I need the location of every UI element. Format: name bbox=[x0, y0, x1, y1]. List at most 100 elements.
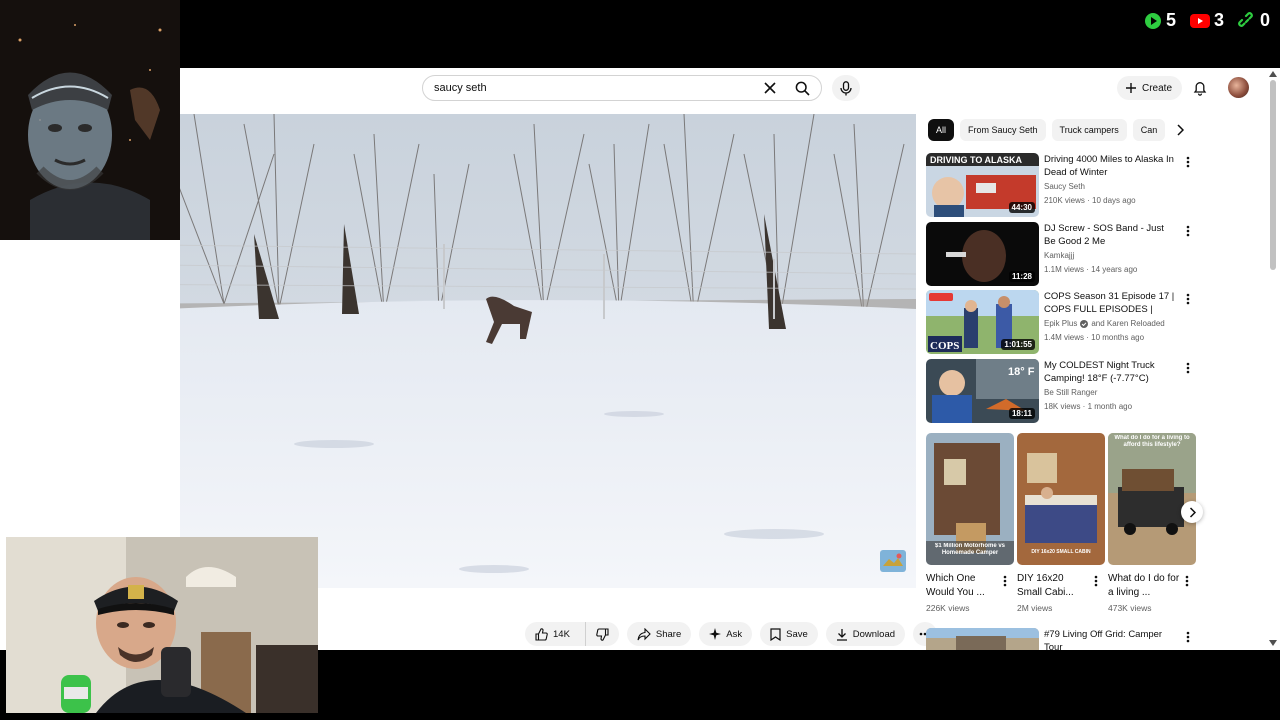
video-meta: 18K views · 1 month ago bbox=[1044, 402, 1133, 411]
share-label: Share bbox=[655, 628, 682, 640]
link-count: 0 bbox=[1259, 10, 1270, 30]
video-meta: 1.1M views · 14 years ago bbox=[1044, 265, 1138, 274]
chip-truck-campers[interactable]: Truck campers bbox=[1051, 119, 1127, 141]
page-scrollbar-thumb[interactable] bbox=[1270, 80, 1276, 270]
short-thumbnail[interactable]: $1 Million Motorhome vs Homemade Camper bbox=[926, 433, 1014, 565]
chip-from-channel[interactable]: From Saucy Seth bbox=[960, 119, 1046, 141]
recommendation-thumbnail[interactable]: DRIVING TO ALASKA 44:30 bbox=[926, 153, 1039, 217]
more-options-button[interactable] bbox=[1003, 574, 1007, 592]
thumbnail-caption: 18° F bbox=[1008, 366, 1035, 378]
recommendation-thumbnail[interactable] bbox=[926, 628, 1039, 650]
more-vertical-icon bbox=[1185, 575, 1189, 587]
download-label: Download bbox=[852, 628, 896, 640]
verified-icon bbox=[1080, 319, 1089, 328]
webcam-overlay-bottom bbox=[6, 537, 318, 713]
link-icon bbox=[1238, 11, 1253, 27]
recommendation-title[interactable]: DJ Screw - SOS Band - Just Be Good 2 Me bbox=[1044, 222, 1176, 248]
video-actions: 14K Share Ask Save Download bbox=[525, 622, 938, 646]
scroll-down-arrow[interactable] bbox=[1269, 640, 1277, 646]
recommendation-title[interactable]: My COLDEST Night Truck Camping! 18°F (-7… bbox=[1044, 359, 1176, 385]
recommendation-title[interactable]: Driving 4000 Miles to Alaska In Dead of … bbox=[1044, 153, 1176, 179]
like-dislike-group: 14K bbox=[525, 622, 619, 646]
voice-search-button[interactable] bbox=[832, 75, 860, 101]
channel-name[interactable]: Epik Plus and Karen Reloaded bbox=[1044, 319, 1165, 328]
more-options-button[interactable] bbox=[1181, 224, 1195, 238]
recommendation-thumbnail[interactable]: COPS 1:01:55 bbox=[926, 290, 1039, 354]
dislike-button[interactable] bbox=[584, 622, 619, 646]
notifications-button[interactable] bbox=[1190, 78, 1210, 98]
like-button[interactable]: 14K bbox=[525, 622, 580, 646]
search-button[interactable] bbox=[792, 78, 812, 98]
short-item[interactable]: $1 Million Motorhome vs Homemade Camper … bbox=[926, 433, 1014, 613]
share-icon bbox=[637, 627, 651, 640]
youtube-icon bbox=[1189, 13, 1210, 28]
thumbnail-caption: COPS bbox=[930, 340, 959, 352]
channel-collab-text: and Karen Reloaded bbox=[1091, 319, 1165, 328]
bell-icon bbox=[1193, 82, 1207, 96]
chip-all[interactable]: All bbox=[928, 119, 955, 141]
channel-name-text: Kamkajjj bbox=[1044, 251, 1075, 260]
video-meta: 1.4M views · 10 months ago bbox=[1044, 333, 1145, 342]
scroll-up-arrow[interactable] bbox=[1269, 71, 1277, 77]
play-count: 5 bbox=[1165, 10, 1176, 30]
webcam-image bbox=[0, 0, 180, 240]
short-item[interactable]: DIY 16x20 SMALL CABIN DIY 16x20 Small Ca… bbox=[1017, 433, 1105, 613]
recommendation-thumbnail[interactable]: 18° F 18:11 bbox=[926, 359, 1039, 423]
more-options-button[interactable] bbox=[1185, 574, 1189, 592]
ask-label: Ask bbox=[726, 628, 743, 640]
channel-name-text: Epik Plus bbox=[1044, 319, 1078, 328]
channel-watermark-icon[interactable] bbox=[880, 550, 906, 572]
more-options-button[interactable] bbox=[1181, 361, 1195, 375]
more-vertical-icon bbox=[1186, 156, 1190, 168]
chips-next-button[interactable] bbox=[1170, 120, 1190, 140]
search-input[interactable] bbox=[434, 82, 744, 94]
shorts-shelf: $1 Million Motorhome vs Homemade Camper … bbox=[926, 433, 1203, 623]
more-options-button[interactable] bbox=[1181, 155, 1195, 169]
recommendation-item[interactable]: 18° F 18:11 My COLDEST Night Truck Campi… bbox=[926, 359, 1196, 423]
masthead: Create bbox=[180, 68, 1280, 108]
share-button[interactable]: Share bbox=[626, 622, 692, 646]
chip-campers[interactable]: Can bbox=[1132, 119, 1166, 141]
create-button[interactable]: Create bbox=[1117, 76, 1183, 100]
more-options-button[interactable] bbox=[1181, 630, 1195, 644]
download-button[interactable]: Download bbox=[825, 622, 906, 646]
plus-icon bbox=[1126, 83, 1136, 93]
recommendation-item[interactable]: 11:28 DJ Screw - SOS Band - Just Be Good… bbox=[926, 222, 1196, 286]
ask-button[interactable]: Ask bbox=[699, 622, 753, 646]
more-options-button[interactable] bbox=[1094, 574, 1098, 592]
recommendation-title[interactable]: COPS Season 31 Episode 17 | COPS FULL EP… bbox=[1044, 290, 1176, 316]
channel-name[interactable]: Kamkajjj bbox=[1044, 251, 1074, 260]
recommendation-item[interactable]: COPS 1:01:55 COPS Season 31 Episode 17 |… bbox=[926, 290, 1196, 354]
chevron-right-icon bbox=[1189, 506, 1196, 518]
more-vertical-icon bbox=[1003, 575, 1007, 587]
short-thumbnail[interactable]: DIY 16x20 SMALL CABIN bbox=[1017, 433, 1105, 565]
recommendation-thumbnail[interactable]: 11:28 bbox=[926, 222, 1039, 286]
stream-counters: 5 3 0 bbox=[1144, 10, 1270, 31]
more-vertical-icon bbox=[1186, 362, 1190, 374]
download-icon bbox=[836, 628, 847, 641]
short-thumbnail[interactable]: What do I do for a living to afford this… bbox=[1108, 433, 1196, 565]
channel-name[interactable]: Saucy Seth bbox=[1044, 182, 1085, 191]
short-item[interactable]: What do I do for a living to afford this… bbox=[1108, 433, 1196, 613]
account-avatar[interactable] bbox=[1228, 77, 1249, 98]
video-duration: 1:01:55 bbox=[1001, 339, 1035, 350]
short-title[interactable]: DIY 16x20 Small Cabi... bbox=[1017, 572, 1089, 600]
recommendation-title[interactable]: #79 Living Off Grid: Camper Tour bbox=[1044, 628, 1176, 650]
recommendation-item[interactable]: #79 Living Off Grid: Camper Tour bbox=[926, 628, 1196, 650]
webcam-image bbox=[6, 537, 318, 713]
play-icon bbox=[1144, 12, 1161, 29]
more-options-button[interactable] bbox=[1181, 292, 1195, 306]
clear-search-button[interactable] bbox=[760, 78, 780, 98]
channel-name[interactable]: Be Still Ranger bbox=[1044, 388, 1097, 397]
short-title[interactable]: Which One Would You ... bbox=[926, 572, 998, 600]
recommendation-item[interactable]: DRIVING TO ALASKA 44:30 Driving 4000 Mil… bbox=[926, 153, 1196, 217]
thumbnail-caption: What do I do for a living to afford this… bbox=[1114, 435, 1190, 448]
video-player[interactable] bbox=[180, 114, 916, 588]
screen: 5 3 0 Crea bbox=[0, 0, 1280, 720]
save-button[interactable]: Save bbox=[760, 622, 818, 646]
save-label: Save bbox=[786, 628, 808, 640]
thumbnail-caption: $1 Million Motorhome vs Homemade Camper bbox=[934, 543, 1005, 556]
shorts-next-button[interactable] bbox=[1181, 501, 1203, 523]
short-title[interactable]: What do I do for a living ... bbox=[1108, 572, 1180, 600]
short-views: 2M views bbox=[1017, 603, 1053, 613]
